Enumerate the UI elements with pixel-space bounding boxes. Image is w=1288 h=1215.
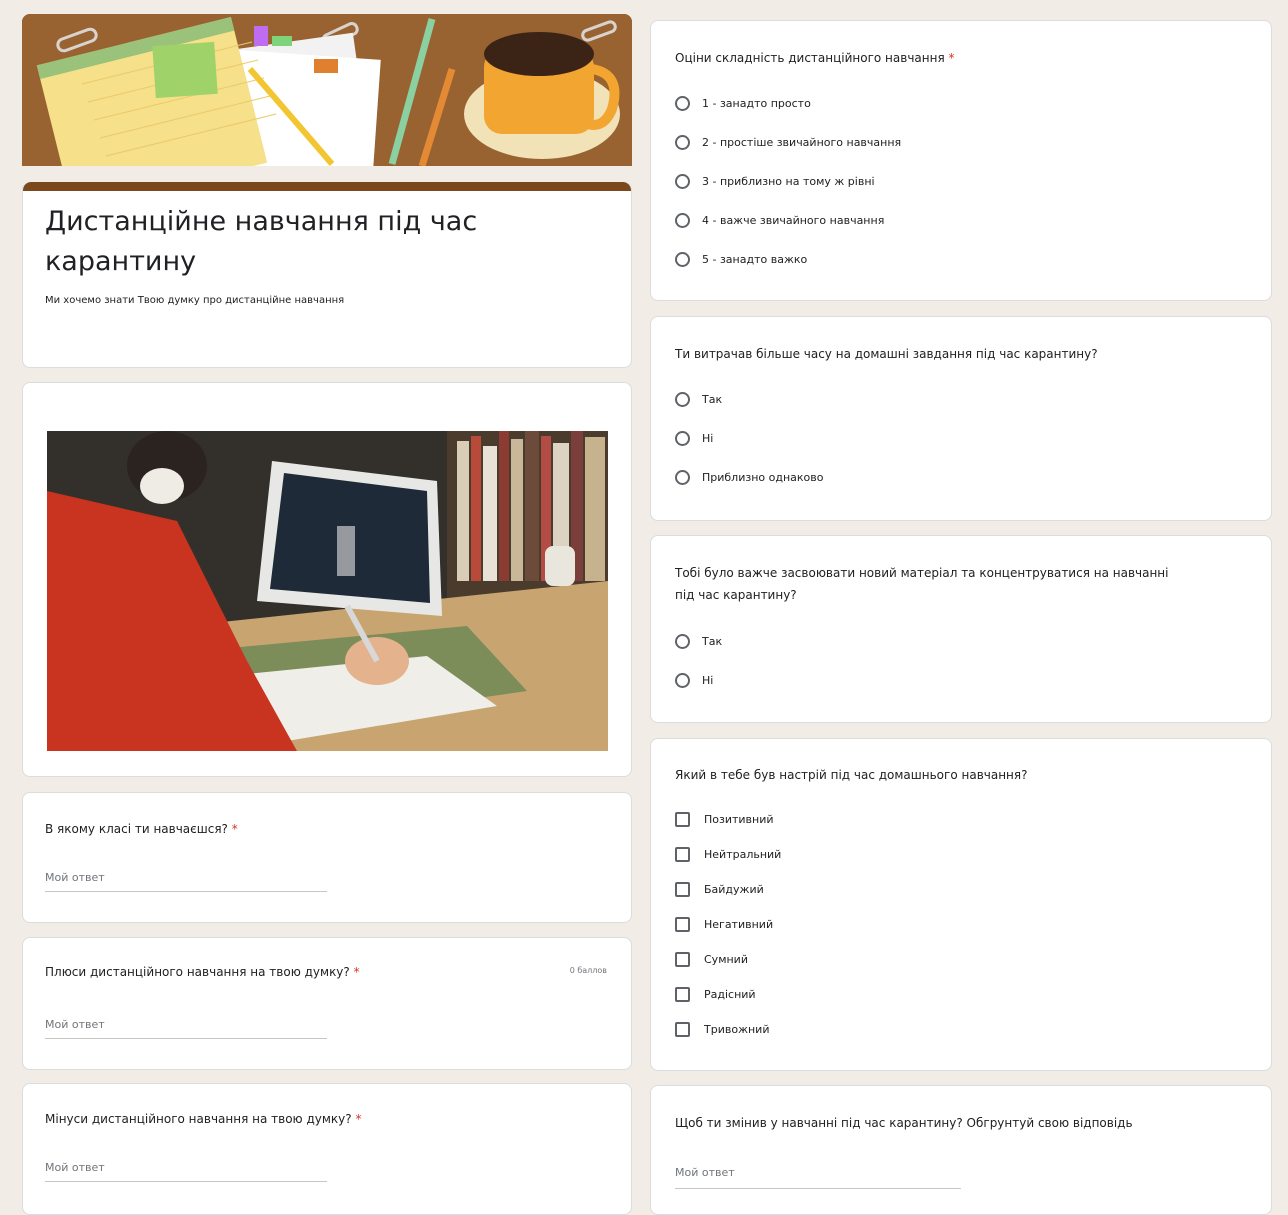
radio-button[interactable]	[675, 173, 690, 189]
option-label: 1 - занадто просто	[702, 96, 811, 110]
answer-input-underline[interactable]	[45, 1038, 327, 1039]
checkbox-option[interactable]: Нейтральний	[675, 844, 781, 864]
radio-option[interactable]: 4 - важче звичайного навчання	[675, 210, 884, 230]
form-description: Ми хочемо знати Твою думку про дистанцій…	[45, 295, 345, 306]
question-card-change: Щоб ти змінив у навчанні під час каранти…	[650, 1085, 1272, 1215]
checkbox[interactable]	[675, 986, 690, 1002]
checkbox-option[interactable]: Радісний	[675, 984, 756, 1004]
checkbox-option[interactable]: Негативний	[675, 914, 773, 934]
radio-option[interactable]: 3 - приблизно на тому ж рівні	[675, 171, 875, 191]
option-label: 3 - приблизно на тому ж рівні	[702, 174, 875, 188]
question-label: Мінуси дистанційного навчання на твою ду…	[45, 1112, 362, 1126]
radio-button[interactable]	[675, 430, 690, 446]
question-label: В якому класі ти навчаєшся? *	[45, 822, 238, 836]
student-photo	[47, 431, 608, 751]
radio-option[interactable]: 1 - занадто просто	[675, 93, 811, 113]
question-card-mood: Який в тебе був настрій під час домашньо…	[650, 738, 1272, 1071]
option-label: Так	[702, 634, 723, 648]
radio-button[interactable]	[675, 469, 690, 485]
question-card-pros: Плюси дистанційного навчання на твою дум…	[22, 937, 632, 1070]
answer-input-underline[interactable]	[45, 1181, 327, 1182]
option-label: 5 - занадто важко	[702, 252, 808, 266]
title-accent-bar	[23, 182, 631, 191]
question-card-homework: Ти витрачав більше часу на домашні завда…	[650, 316, 1272, 521]
question-label: Тобі було важче засвоювати новий матеріа…	[675, 566, 1169, 602]
checkbox[interactable]	[675, 1021, 690, 1037]
answer-input-underline[interactable]	[675, 1188, 961, 1189]
question-card-difficulty: Оціни складність дистанційного навчання …	[650, 20, 1272, 301]
radio-button[interactable]	[675, 633, 690, 649]
question-label: Плюси дистанційного навчання на твою дум…	[45, 965, 360, 979]
form-title-card: Дистанційне навчання під час карантину М…	[22, 182, 632, 368]
radio-button[interactable]	[675, 212, 690, 228]
radio-button[interactable]	[675, 251, 690, 267]
question-label: Ти витрачав більше часу на домашні завда…	[675, 347, 1098, 361]
checkbox-option[interactable]: Позитивний	[675, 809, 774, 829]
question-label: Який в тебе був настрій під час домашньо…	[675, 768, 1028, 782]
radio-option[interactable]: 2 - простіше звичайного навчання	[675, 132, 901, 152]
answer-placeholder[interactable]: Мой ответ	[45, 1018, 105, 1031]
radio-button[interactable]	[675, 672, 690, 688]
option-label: Негативний	[704, 917, 774, 931]
answer-placeholder[interactable]: Мой ответ	[45, 871, 105, 884]
desk-illustration	[22, 14, 632, 166]
option-label: Ні	[702, 431, 714, 445]
points-label: 0 баллов	[569, 966, 607, 975]
answer-placeholder[interactable]: Мой ответ	[45, 1161, 105, 1174]
checkbox-option[interactable]: Байдужий	[675, 879, 764, 899]
question-label: Щоб ти змінив у навчанні під час каранти…	[675, 1116, 1133, 1130]
option-label: Радісний	[704, 987, 756, 1001]
radio-option[interactable]: Ні	[675, 670, 713, 690]
question-card-concentration: Тобі було важче засвоювати новий матеріа…	[650, 535, 1272, 723]
option-label: Так	[702, 392, 723, 406]
checkbox[interactable]	[675, 811, 690, 827]
checkbox[interactable]	[675, 951, 690, 967]
option-label: Нейтральний	[704, 847, 782, 861]
header-banner	[22, 14, 632, 166]
radio-button[interactable]	[675, 95, 690, 111]
radio-button[interactable]	[675, 134, 690, 150]
question-card-cons: Мінуси дистанційного навчання на твою ду…	[22, 1083, 632, 1215]
form-title: Дистанційне навчання під час карантину	[45, 206, 478, 277]
radio-button[interactable]	[675, 391, 690, 407]
question-label: Оціни складність дистанційного навчання …	[675, 51, 955, 65]
option-label: 2 - простіше звичайного навчання	[702, 135, 902, 149]
answer-placeholder[interactable]: Мой ответ	[675, 1166, 735, 1179]
radio-option[interactable]: Так	[675, 631, 722, 651]
radio-option[interactable]: Приблизно однаково	[675, 467, 824, 487]
option-label: 4 - важче звичайного навчання	[702, 213, 885, 227]
radio-option[interactable]: 5 - занадто важко	[675, 249, 807, 269]
checkbox[interactable]	[675, 916, 690, 932]
answer-input-underline[interactable]	[45, 891, 327, 892]
checkbox-option[interactable]: Тривожний	[675, 1019, 769, 1039]
checkbox-option[interactable]: Сумний	[675, 949, 748, 969]
radio-option[interactable]: Ні	[675, 428, 713, 448]
question-card-grade: В якому класі ти навчаєшся? * Мой ответ	[22, 792, 632, 923]
option-label: Байдужий	[704, 882, 764, 896]
option-label: Приблизно однаково	[702, 470, 824, 484]
option-label: Ні	[702, 673, 714, 687]
checkbox[interactable]	[675, 846, 690, 862]
radio-option[interactable]: Так	[675, 389, 722, 409]
image-card	[22, 382, 632, 777]
option-label: Сумний	[704, 952, 748, 966]
option-label: Тривожний	[704, 1022, 770, 1036]
checkbox[interactable]	[675, 881, 690, 897]
option-label: Позитивний	[704, 812, 774, 826]
